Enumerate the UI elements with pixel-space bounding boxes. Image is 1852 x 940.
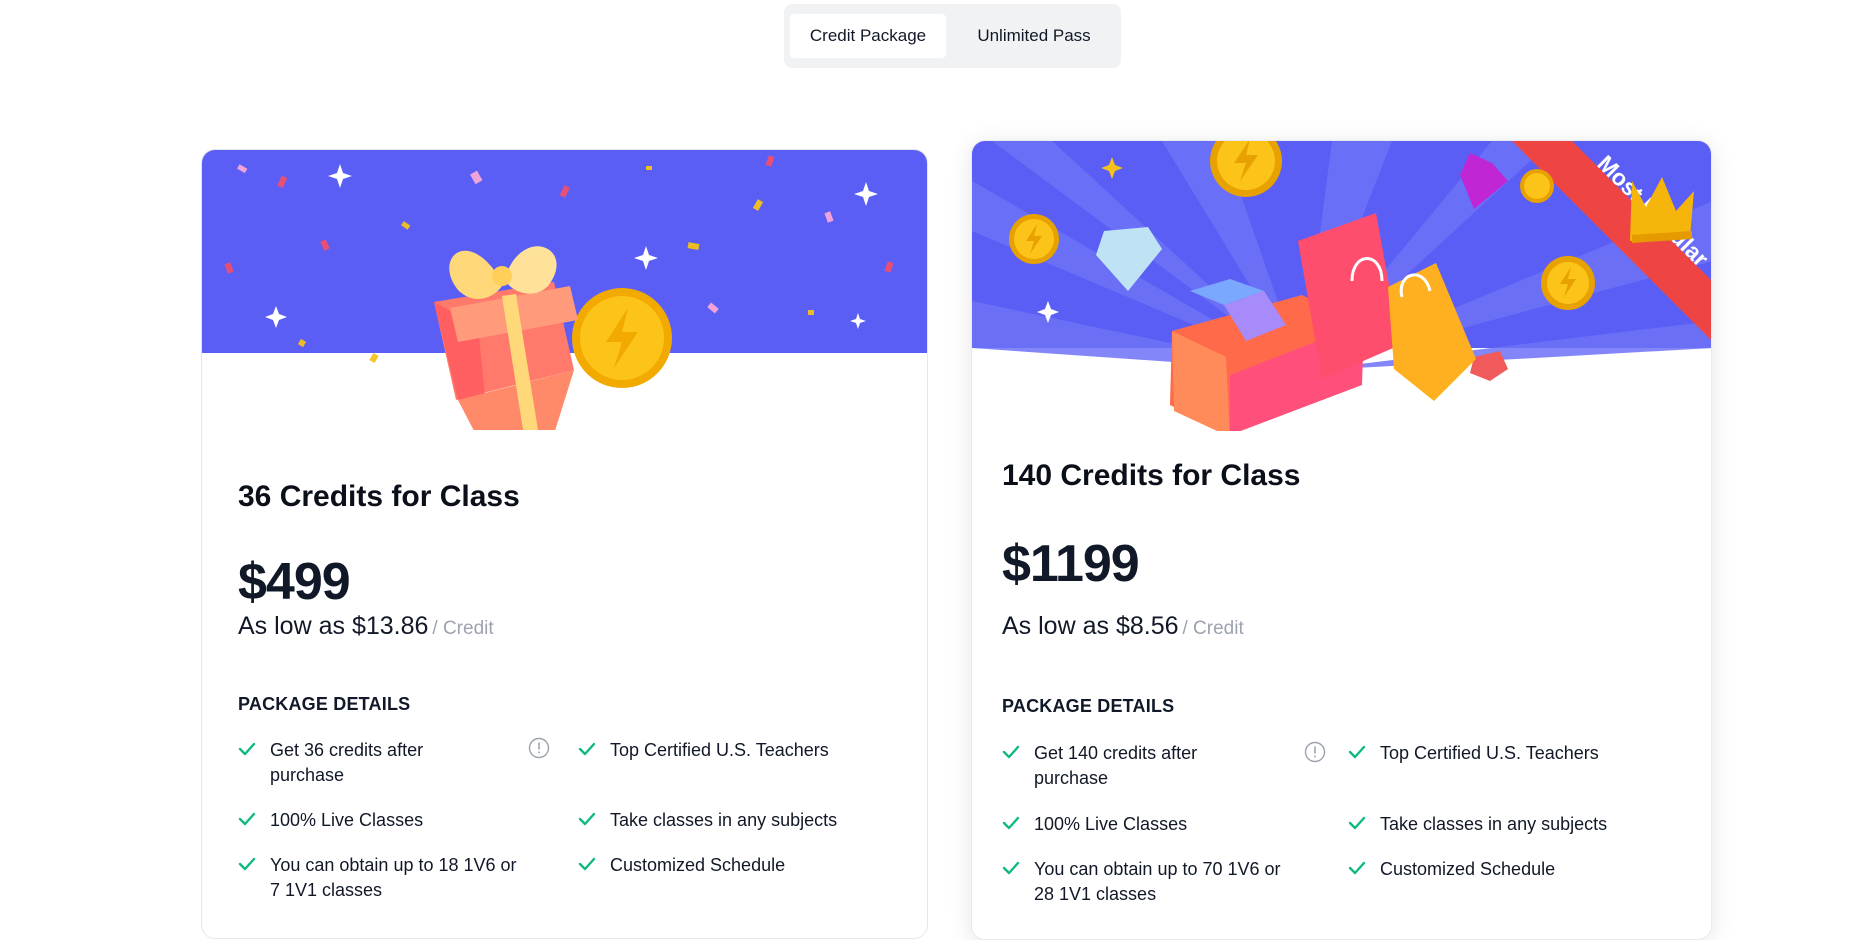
feature-text: Take classes in any subjects (1380, 814, 1608, 834)
low-as-amount: $13.86 (351, 612, 429, 640)
feature-text: Top Certified U.S. Teachers (1380, 743, 1599, 763)
tab-credit-package[interactable]: Credit Package (790, 14, 946, 58)
price-per-credit: As low as $8.56/ Credit (1002, 612, 1244, 641)
plan-title: 36 Credits for Class (238, 480, 520, 513)
gift-banner-illustration (224, 155, 894, 430)
credit-unit: / Credit (432, 618, 494, 639)
feature-text: Customized Schedule (1380, 859, 1556, 879)
check-icon (1348, 816, 1366, 830)
feature-text: Take classes in any subjects (610, 810, 838, 830)
shopping-bag-icon (1298, 213, 1476, 401)
check-icon (1002, 816, 1020, 830)
check-icon (1348, 861, 1366, 875)
package-details-heading: PACKAGE DETAILS (1002, 696, 1175, 716)
check-icon (578, 857, 596, 871)
plan-card-140-credits[interactable]: Most Popular (971, 140, 1712, 940)
check-icon (578, 812, 596, 826)
feature-text: You can obtain up to 70 1V6 or 28 1V1 cl… (1034, 859, 1281, 904)
low-as-prefix: As low as (238, 612, 352, 640)
package-details-heading: PACKAGE DETAILS (238, 694, 411, 714)
feature-text: 100% Live Classes (270, 810, 424, 830)
check-icon (1348, 745, 1366, 759)
feature-text: 100% Live Classes (1034, 814, 1188, 834)
shopping-banner-illustration: Most Popular (972, 141, 1711, 431)
plan-card-36-credits[interactable]: 36 Credits for Class $499 As low as $13.… (201, 149, 928, 939)
check-icon (238, 857, 256, 871)
feature-text: Top Certified U.S. Teachers (610, 740, 829, 760)
tab-unlimited-pass[interactable]: Unlimited Pass (954, 14, 1114, 58)
check-icon (1002, 861, 1020, 875)
feature-text: Get 36 credits after purchase (270, 740, 424, 785)
plan-title: 140 Credits for Class (1002, 459, 1301, 492)
check-icon (238, 742, 256, 756)
check-icon (578, 742, 596, 756)
info-icon[interactable] (528, 737, 550, 759)
feature-text: Get 140 credits after purchase (1034, 743, 1198, 788)
feature-text: Customized Schedule (610, 855, 786, 875)
low-as-amount: $8.56 (1115, 612, 1179, 640)
credit-unit: / Credit (1182, 618, 1244, 639)
plan-price: $1199 (1002, 535, 1140, 593)
plan-price: $499 (238, 553, 351, 611)
info-icon[interactable] (1304, 741, 1326, 763)
feature-text: You can obtain up to 18 1V6 or 7 1V1 cla… (270, 855, 517, 900)
gift-icon (434, 246, 578, 430)
price-per-credit: As low as $13.86/ Credit (238, 612, 494, 641)
check-icon (238, 812, 256, 826)
low-as-prefix: As low as (1002, 612, 1116, 640)
check-icon (1002, 745, 1020, 759)
package-type-tabs: Credit Package Unlimited Pass (784, 4, 1121, 68)
